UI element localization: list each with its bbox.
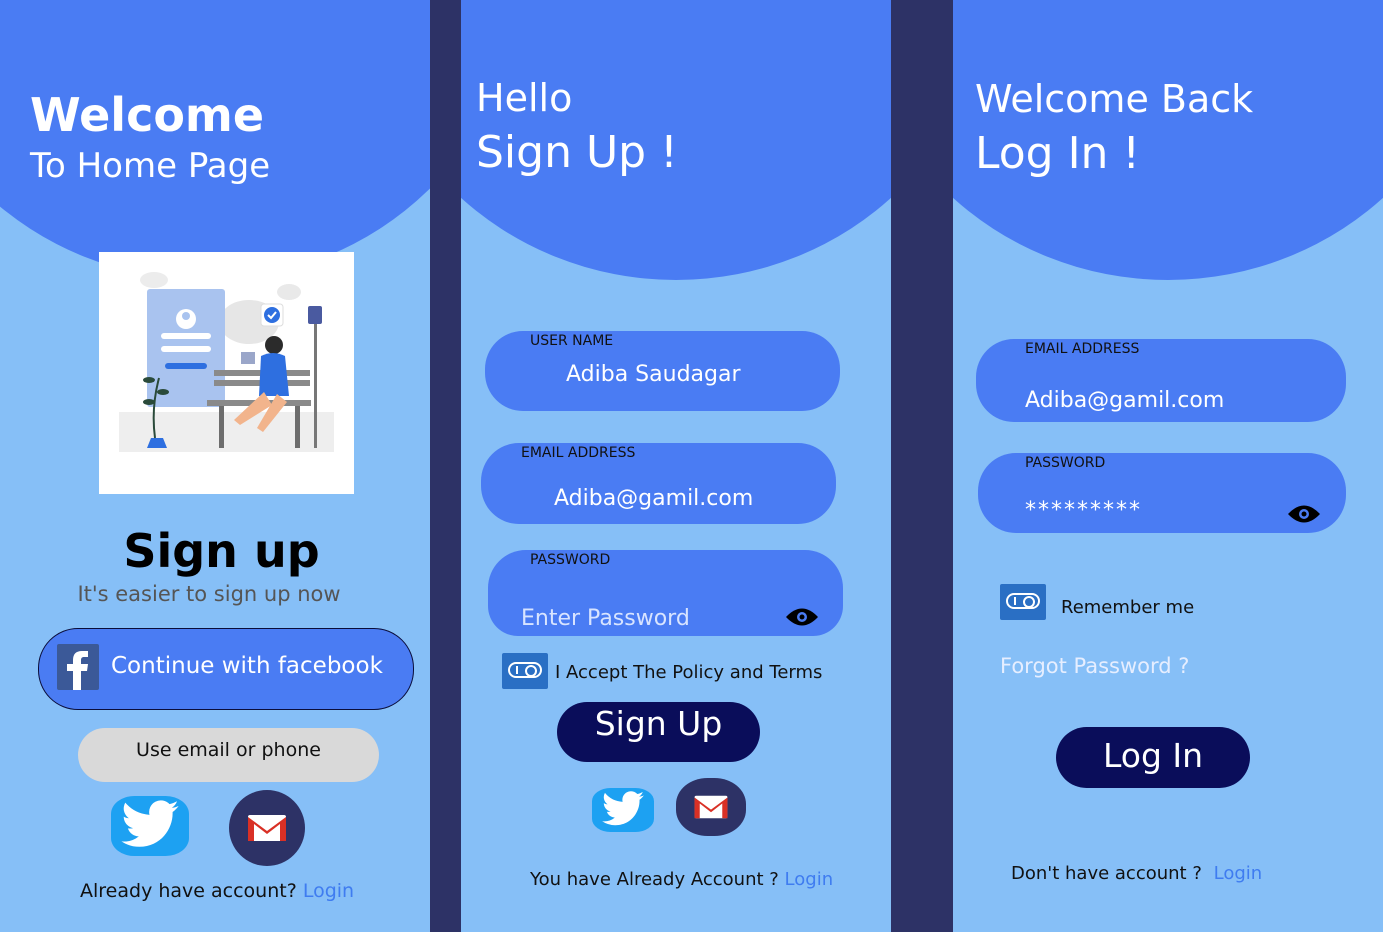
signup-email-label: EMAIL ADDRESS — [521, 445, 636, 461]
home-footer-text: Already have account? — [80, 880, 297, 902]
twitter-icon — [602, 791, 644, 826]
login-footer: Don't have account ? Login — [1011, 863, 1262, 884]
email-phone-button[interactable]: Use email or phone — [78, 728, 379, 782]
gmail-button[interactable] — [229, 790, 305, 866]
login-email-input[interactable]: Adiba@gamil.com — [1025, 388, 1224, 413]
signup-illustration — [99, 252, 354, 494]
welcome-title: Welcome — [30, 88, 265, 142]
signup-password-field[interactable]: PASSWORD Enter Password — [488, 550, 843, 636]
app-canvas: Welcome To Home Page Sign up It's easier… — [0, 0, 1383, 932]
signup-greeting: Hello — [476, 76, 573, 120]
toggle-icon — [508, 662, 542, 678]
twitter-button[interactable] — [111, 796, 189, 856]
remember-label: Remember me — [1061, 597, 1195, 618]
signup-password-input[interactable]: Enter Password — [521, 606, 690, 631]
username-label: USER NAME — [530, 333, 614, 349]
username-input[interactable]: Adiba Saudagar — [566, 362, 741, 387]
accept-toggle[interactable] — [502, 653, 548, 689]
facebook-icon — [57, 644, 99, 690]
signup-footer: You have Already Account ? Login — [530, 869, 833, 890]
illustration-graphic — [119, 272, 334, 452]
facebook-button-label: Continue with facebook — [111, 653, 383, 679]
forgot-password-link[interactable]: Forgot Password ? — [1000, 654, 1189, 678]
login-email-field[interactable]: EMAIL ADDRESS Adiba@gamil.com — [976, 339, 1346, 422]
login-password-field[interactable]: PASSWORD ********* — [978, 453, 1346, 533]
signup-heading: Sign up — [123, 524, 320, 578]
gmail-icon — [694, 795, 728, 819]
login-button[interactable]: Log In — [1056, 727, 1250, 788]
remember-toggle[interactable] — [1000, 584, 1046, 620]
home-footer: Already have account? Login — [80, 880, 354, 902]
accept-label: I Accept The Policy and Terms — [555, 662, 823, 683]
twitter-button[interactable] — [592, 788, 654, 832]
login-footer-text: Don't have account ? — [1011, 863, 1202, 884]
username-field[interactable]: USER NAME Adiba Saudagar — [485, 331, 840, 411]
signup-footer-text: You have Already Account ? — [530, 869, 779, 890]
login-password-label: PASSWORD — [1025, 455, 1106, 471]
signup-login-link[interactable]: Login — [785, 869, 834, 890]
login-screen: Welcome Back Log In ! EMAIL ADDRESS Adib… — [953, 0, 1383, 932]
home-screen: Welcome To Home Page Sign up It's easier… — [0, 0, 430, 932]
twitter-icon — [121, 800, 179, 847]
signup-email-field[interactable]: EMAIL ADDRESS Adiba@gamil.com — [481, 443, 836, 524]
signup-email-input[interactable]: Adiba@gamil.com — [554, 486, 753, 511]
signup-title: Sign Up ! — [476, 127, 678, 178]
login-title: Log In ! — [975, 128, 1141, 179]
login-password-input[interactable]: ********* — [1025, 498, 1142, 523]
login-greeting: Welcome Back — [975, 77, 1254, 121]
signup-password-label: PASSWORD — [530, 552, 611, 568]
facebook-button[interactable]: Continue with facebook — [38, 628, 414, 710]
welcome-subtitle: To Home Page — [30, 146, 271, 186]
toggle-icon — [1006, 593, 1040, 609]
login-email-label: EMAIL ADDRESS — [1025, 341, 1140, 357]
gmail-icon — [248, 815, 286, 841]
eye-icon[interactable] — [785, 606, 819, 628]
signup-tagline: It's easier to sign up now — [77, 582, 341, 606]
signup-button[interactable]: Sign Up — [557, 702, 760, 762]
signup-screen: Hello Sign Up ! USER NAME Adiba Saudagar… — [461, 0, 891, 932]
eye-icon[interactable] — [1287, 503, 1321, 525]
home-login-link[interactable]: Login — [303, 880, 354, 902]
login-link[interactable]: Login — [1214, 863, 1263, 884]
gmail-button[interactable] — [676, 778, 746, 836]
